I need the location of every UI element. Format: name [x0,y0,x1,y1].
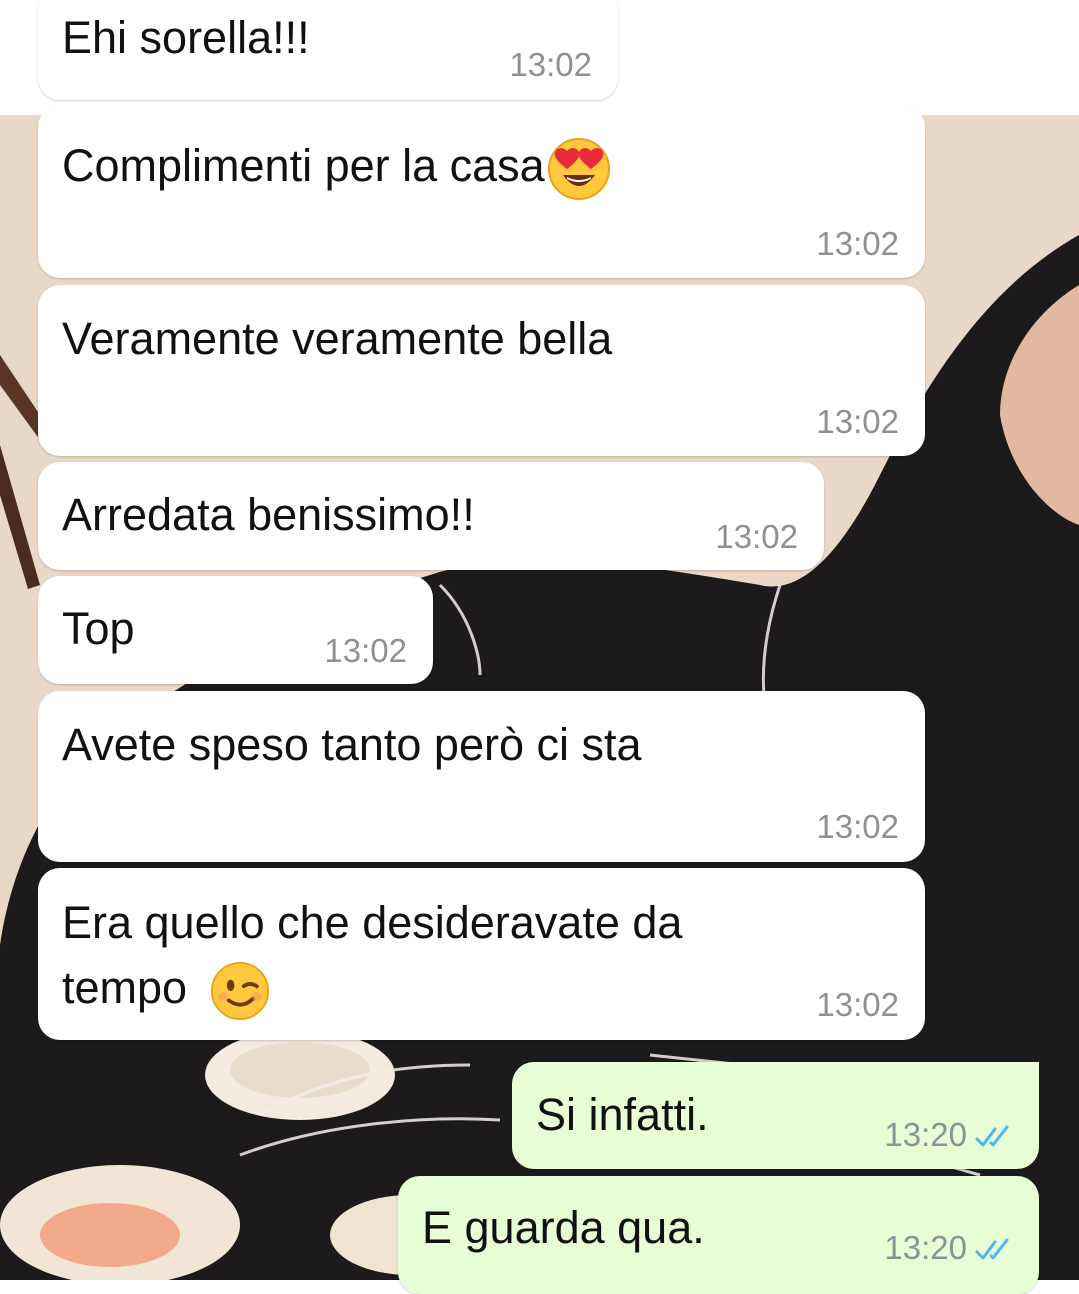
incoming-message-bubble[interactable]: Arredata benissimo!! 13:02 [38,462,824,570]
message-text-content: tempo [62,961,188,1013]
incoming-message-bubble[interactable]: Complimenti per la casa 13:02 [38,105,925,278]
outgoing-message-bubble[interactable]: E guarda qua. 13:20 [398,1176,1039,1294]
message-timestamp: 13:02 [816,225,899,262]
message-text: Top [62,603,135,654]
heart-eyes-emoji-icon [547,138,610,200]
incoming-message-bubble[interactable]: Ehi sorella!!! 13:02 [38,0,618,100]
message-text: Avete speso tanto però ci sta [62,719,642,770]
message-timestamp: 13:02 [715,518,798,555]
read-double-check-icon [975,1238,1009,1260]
message-timestamp: 13:02 [816,986,899,1023]
incoming-message-bubble[interactable]: Era quello che desideravate da tempo 13:… [38,868,925,1040]
message-text-content: Complimenti per la casa [62,139,545,191]
outgoing-message-bubble[interactable]: Si infatti. 13:20 [512,1062,1039,1169]
incoming-message-bubble[interactable]: Veramente veramente bella 13:02 [38,285,925,456]
message-timestamp: 13:02 [324,632,407,669]
message-timestamp: 13:20 [884,1118,1017,1152]
read-double-check-icon [975,1125,1009,1147]
message-text: Arredata benissimo!! [62,489,475,540]
message-text: E guarda qua. [422,1202,705,1253]
message-text-line-2: tempo [62,961,270,1021]
message-text: Veramente veramente bella [62,313,613,364]
message-timestamp: 13:20 [884,1231,1017,1265]
incoming-message-bubble[interactable]: Avete speso tanto però ci sta 13:02 [38,691,925,862]
message-text: Complimenti per la casa [62,137,611,201]
message-timestamp: 13:02 [509,46,592,83]
message-text: Si infatti. [536,1089,709,1140]
message-time-value: 13:20 [884,1116,967,1153]
message-timestamp: 13:02 [816,808,899,845]
winking-face-emoji-icon [210,961,269,1021]
incoming-message-bubble[interactable]: Top 13:02 [38,576,433,684]
message-text-line-1: Era quello che desideravate da [62,897,683,948]
message-time-value: 13:20 [884,1229,967,1266]
message-timestamp: 13:02 [816,403,899,440]
message-text: Ehi sorella!!! [62,12,310,63]
